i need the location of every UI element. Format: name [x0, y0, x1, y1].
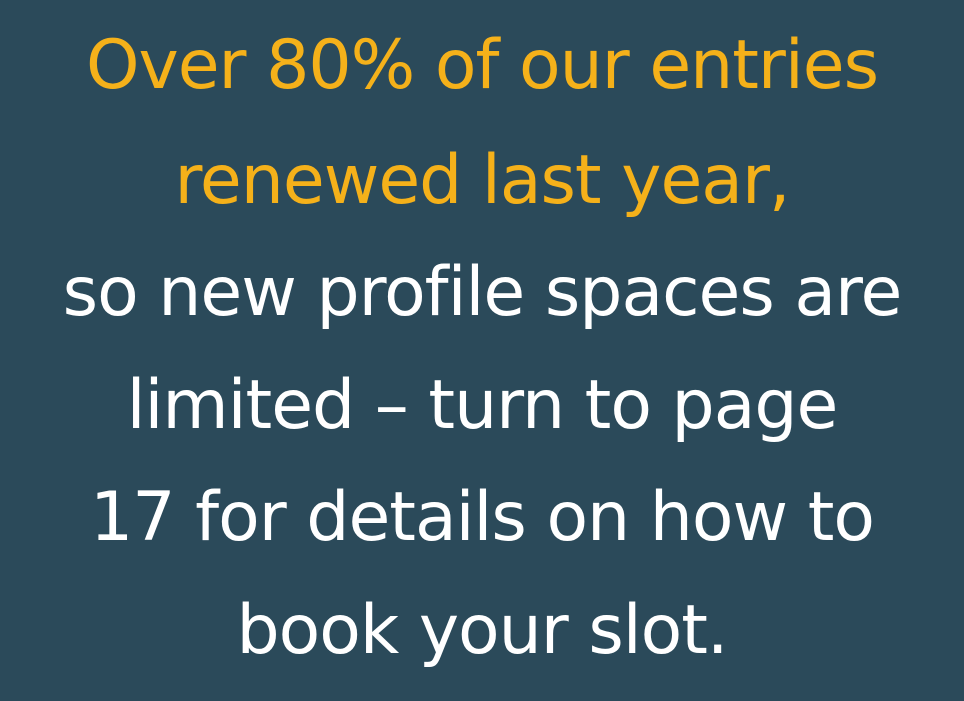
- headline-line-2: renewed last year,: [174, 141, 790, 220]
- body-line-3: 17 for details on how to: [90, 478, 875, 557]
- headline-line-1: Over 80% of our entries: [85, 26, 879, 105]
- body-line-1: so new profile spaces are: [62, 253, 903, 332]
- info-panel: Over 80% of our entries renewed last yea…: [0, 0, 964, 701]
- body-line-4: book your slot.: [236, 591, 728, 670]
- body-line-2: limited – turn to page: [126, 366, 839, 445]
